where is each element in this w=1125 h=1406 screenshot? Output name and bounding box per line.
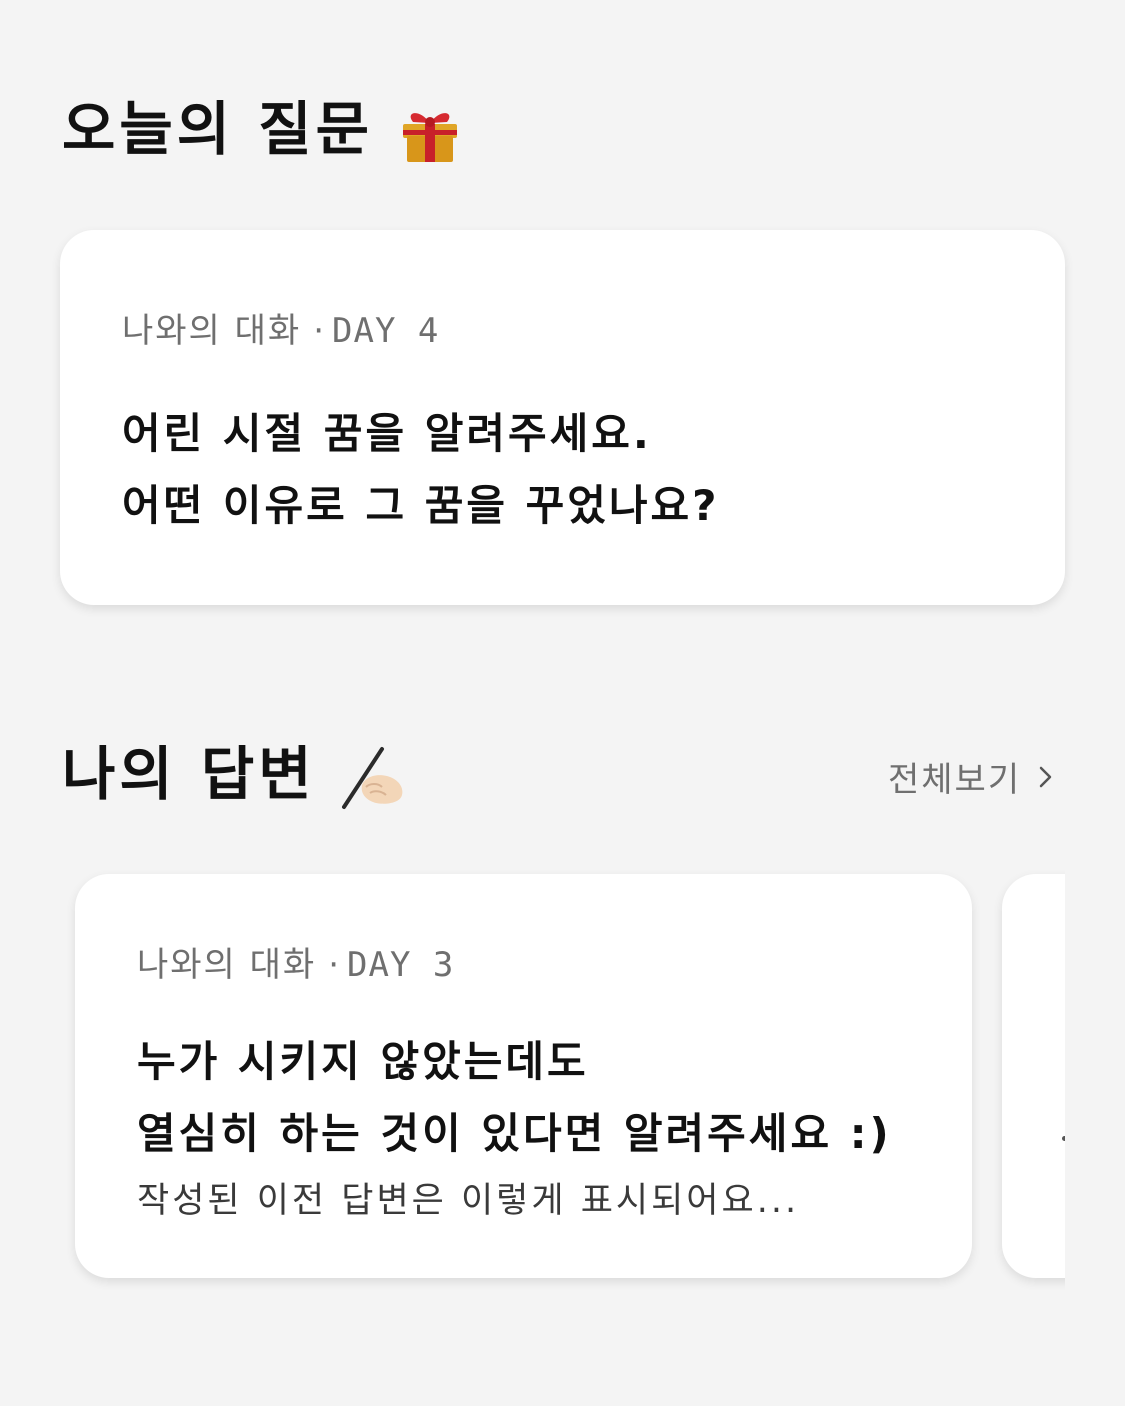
next-answer-card[interactable] bbox=[1002, 874, 1065, 1278]
answer-meta: 나와의 대화 · DAY 3 bbox=[137, 948, 932, 982]
today-question-title: 오늘의 질문 bbox=[62, 95, 373, 164]
question-line: 누가 시키지 않았는데도 bbox=[137, 1037, 589, 1086]
meta-separator: · bbox=[328, 945, 342, 985]
question-line: 어떤 이유로 그 꿈을 꾸었나요? bbox=[122, 481, 720, 530]
my-answers-title: 나의 답변 bbox=[62, 740, 316, 809]
category-label: 나와의 대화 bbox=[122, 311, 302, 351]
question-line: 열심히 하는 것이 있다면 알려주세요 :) bbox=[137, 1109, 892, 1158]
view-all-label: 전체보기 bbox=[888, 760, 1022, 800]
question-text: 어린 시절 꿈을 알려주세요. 어떤 이유로 그 꿈을 꾸었나요? bbox=[122, 398, 1005, 542]
answer-card[interactable]: 나와의 대화 · DAY 3 누가 시키지 않았는데도 열심히 하는 것이 있다면 … bbox=[75, 874, 972, 1278]
today-question-card[interactable]: 나와의 대화 · DAY 4 어린 시절 꿈을 알려주세요. 어떤 이유로 그 꿈을… bbox=[60, 230, 1065, 605]
chevron-right-icon bbox=[1039, 766, 1052, 787]
answers-carousel[interactable]: 나와의 대화 · DAY 3 누가 시키지 않았는데도 열심히 하는 것이 있다면 … bbox=[60, 860, 1065, 1300]
today-question-heading: 오늘의 질문 bbox=[62, 100, 463, 166]
question-meta: 나와의 대화 · DAY 4 bbox=[122, 314, 1005, 348]
question-text: 누가 시키지 않았는데도 열심히 하는 것이 있다면 알려주세요 :) bbox=[137, 1026, 932, 1170]
answer-preview: 작성된 이전 답변은 이렇게 표시되어요... bbox=[137, 1181, 800, 1221]
next-card-text-peek bbox=[1062, 1136, 1065, 1141]
day-label: DAY 3 bbox=[347, 945, 455, 985]
meta-separator: · bbox=[313, 311, 327, 351]
gift-icon bbox=[397, 100, 463, 166]
my-answers-heading: 나의 답변 bbox=[62, 745, 406, 811]
day-label: DAY 4 bbox=[332, 311, 440, 351]
question-line: 어린 시절 꿈을 알려주세요. bbox=[122, 409, 652, 458]
category-label: 나와의 대화 bbox=[137, 945, 317, 985]
view-all-link[interactable]: 전체보기 bbox=[888, 752, 1053, 801]
writing-hand-icon bbox=[340, 745, 406, 811]
